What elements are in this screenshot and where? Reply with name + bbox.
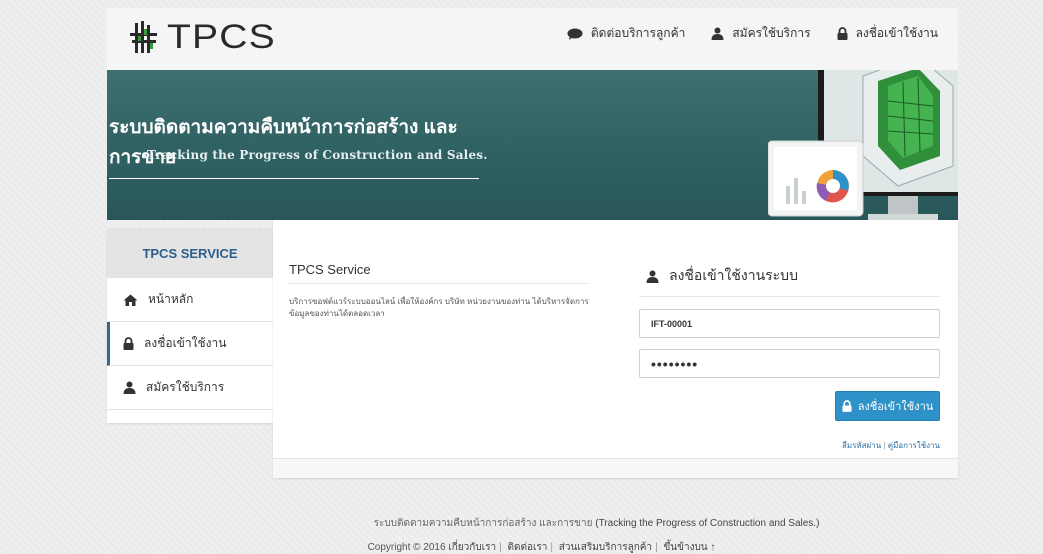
sidebar-item-login-label: ลงชื่อเข้าใช้งาน: [144, 336, 227, 350]
username-input[interactable]: IFT-00001: [639, 309, 940, 338]
login-divider: [639, 296, 940, 297]
logo[interactable]: TPCS: [127, 18, 275, 57]
user-icon: [123, 381, 136, 394]
footer-separator: |: [655, 542, 658, 553]
main-panel: TPCS Service บริการซอฟต์แวร์ระบบออนไลน์ …: [273, 220, 958, 478]
footer-separator: |: [499, 542, 502, 553]
sidebar-item-login[interactable]: ลงชื่อเข้าใช้งาน: [107, 322, 273, 366]
sidebar-item-home[interactable]: หน้าหลัก: [107, 278, 273, 322]
footer-tagline: ระบบติดตามความคืบหน้าการก่อสร้าง และการข…: [150, 516, 1043, 531]
footer-link-about[interactable]: เกี่ยวกับเรา: [448, 542, 496, 553]
footer-link-back-to-top[interactable]: ขึ้นข้างบน ↑: [663, 542, 715, 553]
sidebar: TPCS SERVICE หน้าหลัก ลงชื่อเข้าใช้งาน ส…: [107, 228, 273, 423]
lock-icon: [837, 27, 848, 40]
login-title-text: ลงชื่อเข้าใช้งานระบบ: [669, 267, 798, 283]
sidebar-item-register-label: สมัครใช้บริการ: [146, 380, 225, 394]
service-description: บริการซอฟต์แวร์ระบบออนไลน์ เพื่อให้องค์ก…: [289, 297, 589, 318]
user-manual-link[interactable]: คู่มือการใช้งาน: [888, 441, 940, 450]
login-button[interactable]: ลงชื่อเข้าใช้งาน: [835, 391, 940, 421]
footer-link-services[interactable]: ส่วนเสริมบริการลูกค้า: [559, 542, 652, 553]
footer-tagline-th: ระบบติดตามความคืบหน้าการก่อสร้าง และการข…: [373, 518, 593, 529]
lock-icon: [842, 400, 852, 412]
footer-tagline-en: (Tracking the Progress of Construction a…: [595, 518, 820, 529]
footer-separator: |: [550, 542, 553, 553]
nav-login-label: ลงชื่อเข้าใช้งาน: [855, 26, 938, 40]
service-title: TPCS Service: [289, 262, 371, 277]
top-header: TPCS ติดต่อบริการลูกค้า สมัครใช้บริการ ล…: [107, 8, 958, 70]
login-title: ลงชื่อเข้าใช้งานระบบ: [646, 265, 798, 287]
service-divider: [289, 283, 589, 284]
user-icon: [646, 270, 659, 283]
password-input[interactable]: ••••••••: [639, 349, 940, 378]
home-icon: [123, 294, 138, 306]
copyright-text: Copyright © 2016: [367, 542, 446, 553]
user-icon: [711, 27, 724, 40]
nav-register[interactable]: สมัครใช้บริการ: [711, 24, 811, 43]
sidebar-item-register[interactable]: สมัครใช้บริการ: [107, 366, 273, 410]
top-nav: ติดต่อบริการลูกค้า สมัครใช้บริการ ลงชื่อ…: [541, 24, 938, 43]
site-footer: ระบบติดตามความคืบหน้าการก่อสร้าง และการข…: [0, 516, 1043, 554]
banner-subtitle: Tracking the Progress of Construction an…: [147, 148, 488, 162]
chat-bubble-icon: [567, 28, 583, 40]
hero-banner: ระบบติดตามความคืบหน้าการก่อสร้าง และการข…: [107, 70, 958, 220]
logo-text: TPCS: [167, 18, 276, 56]
sidebar-item-home-label: หน้าหลัก: [148, 292, 194, 306]
footer-links-row: Copyright © 2016 เกี่ยวกับเรา | ติดต่อเรา…: [40, 540, 1043, 554]
footer-link-contact[interactable]: ติดต่อเรา: [507, 542, 547, 553]
nav-customer-service-label: ติดต่อบริการลูกค้า: [590, 26, 686, 40]
help-links: ลืมรหัสผ่าน | คู่มือการใช้งาน: [842, 439, 940, 452]
tower-logo-icon: [130, 20, 157, 53]
login-button-label: ลงชื่อเข้าใช้งาน: [857, 401, 934, 413]
lock-icon: [123, 337, 134, 350]
banner-title: ระบบติดตามความคืบหน้าการก่อสร้าง และการข…: [109, 112, 479, 179]
monitor-dashboard-illustration: [768, 70, 958, 220]
panel-footer-strip: [273, 458, 958, 478]
forgot-password-link[interactable]: ลืมรหัสผ่าน: [842, 441, 881, 450]
nav-register-label: สมัครใช้บริการ: [732, 26, 811, 40]
nav-login[interactable]: ลงชื่อเข้าใช้งาน: [837, 24, 938, 43]
sidebar-heading: TPCS SERVICE: [107, 228, 273, 278]
page-container: TPCS ติดต่อบริการลูกค้า สมัครใช้บริการ ล…: [107, 8, 958, 498]
nav-customer-service[interactable]: ติดต่อบริการลูกค้า: [567, 24, 685, 43]
